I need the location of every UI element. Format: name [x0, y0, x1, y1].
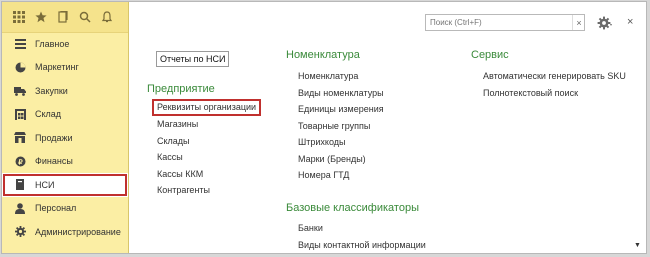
column-enterprise: Отчеты по НСИ — [156, 51, 230, 67]
warehouse-icon — [14, 108, 26, 120]
sidebar-item-main[interactable]: Главное — [2, 32, 128, 56]
list-item[interactable]: Реквизиты организации — [152, 99, 262, 116]
classifiers-section: Базовые классификаторы — [286, 201, 419, 215]
list-item[interactable]: Кассы — [157, 149, 261, 166]
nomenclature-section: Номенклатура — [286, 48, 360, 62]
sidebar-item-label: Продажи — [35, 132, 73, 143]
list-item[interactable]: Номера ГТД — [298, 167, 384, 184]
list-item[interactable]: Кассы ККМ — [157, 166, 261, 183]
sidebar-item-label: Маркетинг — [35, 62, 79, 73]
history-icon[interactable] — [52, 5, 74, 29]
classifiers-list: Банки Виды контактной информации — [298, 220, 426, 253]
list-item[interactable]: Магазины — [157, 116, 261, 133]
list-item[interactable]: Склады — [157, 133, 261, 150]
gear-icon — [14, 226, 26, 238]
menu-lines-icon — [14, 38, 26, 50]
section-title-classifiers: Базовые классификаторы — [286, 202, 419, 214]
search-icon[interactable] — [74, 5, 96, 29]
section-title-nomenclature: Номенклатура — [286, 49, 360, 61]
sidebar-item-label: Склад — [35, 109, 62, 120]
section-title-service: Сервис — [471, 49, 509, 61]
sidebar-item-admin[interactable]: Администрирование — [2, 220, 128, 244]
search-input[interactable] — [425, 14, 585, 31]
enterprise-section: Предприятие — [147, 82, 215, 96]
sidebar-item-warehouse[interactable]: Склад — [2, 103, 128, 127]
service-section: Сервис — [471, 48, 509, 62]
list-item[interactable]: Контрагенты — [157, 182, 261, 199]
bell-icon[interactable] — [96, 5, 118, 29]
main-content: × × Отчеты по НСИ Предприятие Реквизиты … — [129, 2, 646, 253]
sidebar-item-finance[interactable]: ₽ Финансы — [2, 150, 128, 174]
nomenclature-list: Номенклатура Виды номенклатуры Единицы и… — [298, 68, 384, 184]
org-details-link[interactable]: Реквизиты организации — [152, 99, 262, 116]
sidebar: Главное Маркетинг Закупки Склад Продажи … — [2, 2, 129, 253]
sidebar-item-marketing[interactable]: Маркетинг — [2, 56, 128, 80]
sidebar-item-label: Персонал — [35, 203, 77, 214]
sidebar-item-label: Главное — [35, 38, 70, 49]
nsi-reports-link[interactable]: Отчеты по НСИ — [156, 51, 230, 67]
book-icon — [14, 179, 26, 191]
shop-icon — [14, 132, 26, 144]
coin-icon: ₽ — [14, 155, 26, 167]
sidebar-item-label: Финансы — [35, 156, 73, 167]
sidebar-item-purchases[interactable]: Закупки — [2, 79, 128, 103]
sidebar-nav: Главное Маркетинг Закупки Склад Продажи … — [2, 32, 128, 244]
clear-search-icon[interactable]: × — [572, 15, 585, 30]
person-icon — [14, 202, 26, 214]
sidebar-item-sales[interactable]: Продажи — [2, 126, 128, 150]
list-item[interactable]: Штрихкоды — [298, 134, 384, 151]
section-title-enterprise: Предприятие — [147, 83, 215, 95]
list-item[interactable]: Виды контактной информации — [298, 237, 426, 254]
grid-menu-icon[interactable] — [8, 5, 30, 29]
sidebar-item-nsi[interactable]: НСИ — [2, 173, 128, 197]
settings-gear-icon[interactable] — [597, 15, 613, 31]
scroll-down-icon[interactable]: ▼ — [634, 242, 641, 249]
pie-chart-icon — [14, 61, 26, 73]
close-icon[interactable]: × — [627, 16, 633, 28]
list-item[interactable]: Банки — [298, 220, 426, 237]
sidebar-item-label: НСИ — [35, 179, 55, 190]
svg-text:₽: ₽ — [18, 158, 23, 166]
sidebar-item-staff[interactable]: Персонал — [2, 197, 128, 221]
list-item[interactable]: Виды номенклатуры — [298, 85, 384, 102]
star-icon[interactable] — [30, 5, 52, 29]
truck-icon — [14, 85, 26, 97]
list-item[interactable]: Единицы измерения — [298, 101, 384, 118]
sidebar-item-label: Администрирование — [35, 226, 121, 237]
sidebar-toolbar — [2, 2, 128, 33]
list-item[interactable]: Автоматически генерировать SKU — [483, 68, 626, 85]
app-window: Главное Маркетинг Закупки Склад Продажи … — [1, 1, 647, 254]
list-item[interactable]: Товарные группы — [298, 118, 384, 135]
enterprise-list: Реквизиты организации Магазины Склады Ка… — [152, 99, 262, 199]
sidebar-item-label: Закупки — [35, 85, 68, 96]
service-list: Автоматически генерировать SKU Полнотекс… — [483, 68, 626, 101]
list-item[interactable]: Марки (Бренды) — [298, 151, 384, 168]
list-item[interactable]: Номенклатура — [298, 68, 384, 85]
list-item[interactable]: Полнотекстовый поиск — [483, 85, 626, 102]
